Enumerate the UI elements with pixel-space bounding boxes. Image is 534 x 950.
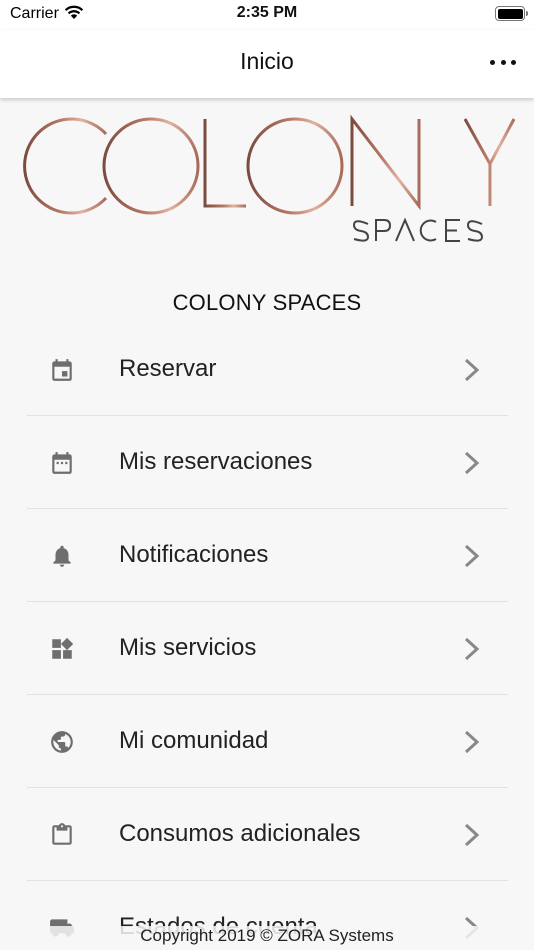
menu-item-notificaciones[interactable]: Notificaciones xyxy=(27,509,508,602)
menu-item-mi-comunidad[interactable]: Mi comunidad xyxy=(27,695,508,788)
menu-item-mis-reservaciones[interactable]: Mis reservaciones xyxy=(27,416,508,509)
page-title: Inicio xyxy=(240,48,294,74)
clipboard-icon xyxy=(52,823,72,845)
menu-item-label: Reservar xyxy=(119,355,217,382)
chevron-right-icon xyxy=(464,544,480,568)
chevron-right-icon xyxy=(464,730,480,754)
menu-item-label: Notificaciones xyxy=(119,541,269,568)
menu-item-reservar[interactable]: Reservar xyxy=(27,323,508,416)
globe-icon xyxy=(51,731,73,753)
navigation-bar: Inicio xyxy=(0,30,534,98)
colony-spaces-logo xyxy=(23,114,516,242)
copyright-footer: Copyright 2019 © ZORA Systems xyxy=(0,926,534,950)
section-title: COLONY SPACES xyxy=(172,290,362,315)
calendar-dots-icon xyxy=(52,452,72,474)
more-horizontal-icon xyxy=(490,59,495,65)
chevron-right-icon xyxy=(464,358,480,382)
chevron-right-icon xyxy=(464,637,480,661)
main-menu: Reservar Mis reservaciones Notificacione… xyxy=(27,323,508,950)
menu-item-mis-servicios[interactable]: Mis servicios xyxy=(27,602,508,695)
bell-icon xyxy=(53,545,71,567)
widgets-icon xyxy=(52,637,74,659)
status-bar: Carrier 2:35 PM xyxy=(0,0,534,30)
menu-item-label: Mi comunidad xyxy=(119,727,269,754)
more-options-button[interactable] xyxy=(490,52,516,72)
menu-item-label: Consumos adicionales xyxy=(119,820,361,847)
menu-item-consumos-adicionales[interactable]: Consumos adicionales xyxy=(27,788,508,881)
menu-item-label: Mis reservaciones xyxy=(119,448,313,475)
battery-icon xyxy=(495,6,528,21)
chevron-right-icon xyxy=(464,451,480,475)
calendar-icon xyxy=(52,359,72,381)
menu-item-label: Mis servicios xyxy=(119,634,257,661)
chevron-right-icon xyxy=(464,823,480,847)
clock: 2:35 PM xyxy=(236,4,298,21)
